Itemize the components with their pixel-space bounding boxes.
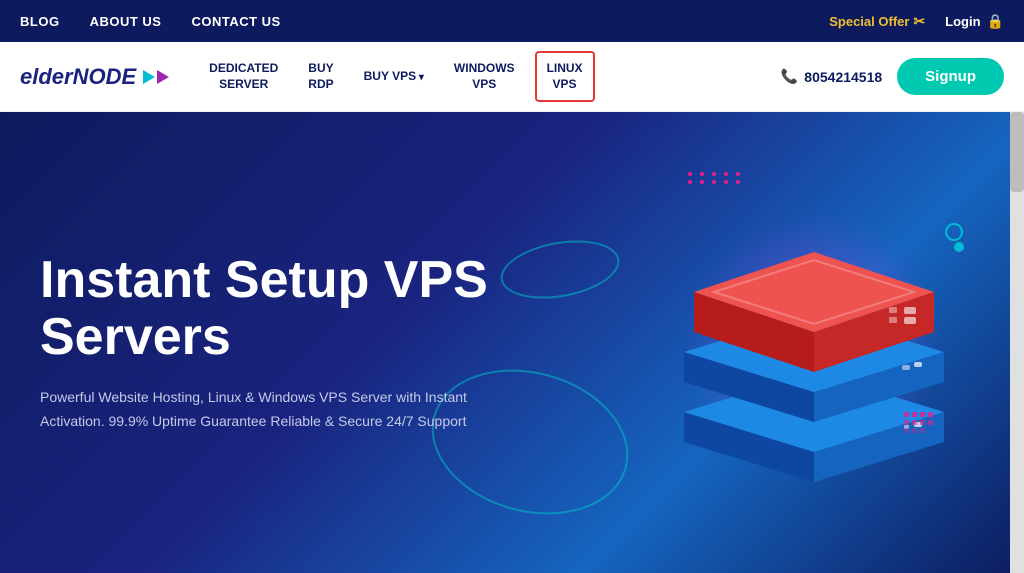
- logo-arrow2: [157, 70, 169, 84]
- nav-windows-vps[interactable]: WINDOWS VPS: [444, 53, 525, 100]
- top-nav-contact[interactable]: CONTACT US: [191, 14, 280, 29]
- server-illustration: [594, 142, 994, 562]
- nav-buy-rdp[interactable]: BUY RDP: [298, 53, 343, 100]
- scissors-icon: ✂: [913, 13, 925, 30]
- top-nav-links: BLOG ABOUT US CONTACT US: [20, 14, 829, 29]
- logo-arrow1: [143, 70, 155, 84]
- hero-section: Instant Setup VPS Servers Powerful Websi…: [0, 112, 1024, 573]
- special-offer-label: Special Offer: [829, 14, 909, 29]
- top-nav-about[interactable]: ABOUT US: [90, 14, 162, 29]
- nav-dedicated-server[interactable]: DEDICATED SERVER: [199, 53, 288, 100]
- phone-number-text: 8054214518: [804, 69, 882, 85]
- hero-heading: Instant Setup VPS Servers: [40, 252, 500, 366]
- phone-icon: 📞: [781, 68, 798, 85]
- logo-text: elderNODE: [20, 64, 169, 90]
- logo[interactable]: elderNODE: [20, 64, 169, 90]
- login-label: Login: [945, 14, 980, 29]
- phone-number: 📞 8054214518: [781, 68, 882, 85]
- scrollbar-thumb[interactable]: [1010, 112, 1024, 192]
- login-link[interactable]: Login 🔒: [945, 13, 1004, 30]
- lock-icon: 🔒: [987, 13, 1004, 30]
- hero-description: Powerful Website Hosting, Linux & Window…: [40, 386, 500, 434]
- top-nav-blog[interactable]: BLOG: [20, 14, 60, 29]
- nav-right-section: 📞 8054214518 Signup: [781, 58, 1004, 95]
- top-right-links: Special Offer ✂ Login 🔒: [829, 13, 1004, 30]
- nav-linux-vps[interactable]: LINUX VPS: [535, 51, 595, 102]
- top-bar: BLOG ABOUT US CONTACT US Special Offer ✂…: [0, 0, 1024, 42]
- main-nav-items: DEDICATED SERVER BUY RDP BUY VPS WINDOWS…: [199, 51, 781, 102]
- hero-text: Instant Setup VPS Servers Powerful Websi…: [40, 252, 500, 434]
- special-offer-link[interactable]: Special Offer ✂: [829, 13, 925, 30]
- scrollbar[interactable]: [1010, 112, 1024, 573]
- nav-buy-vps[interactable]: BUY VPS: [354, 61, 434, 93]
- main-nav: elderNODE DEDICATED SERVER BUY RDP BUY V…: [0, 42, 1024, 112]
- signup-button[interactable]: Signup: [897, 58, 1004, 95]
